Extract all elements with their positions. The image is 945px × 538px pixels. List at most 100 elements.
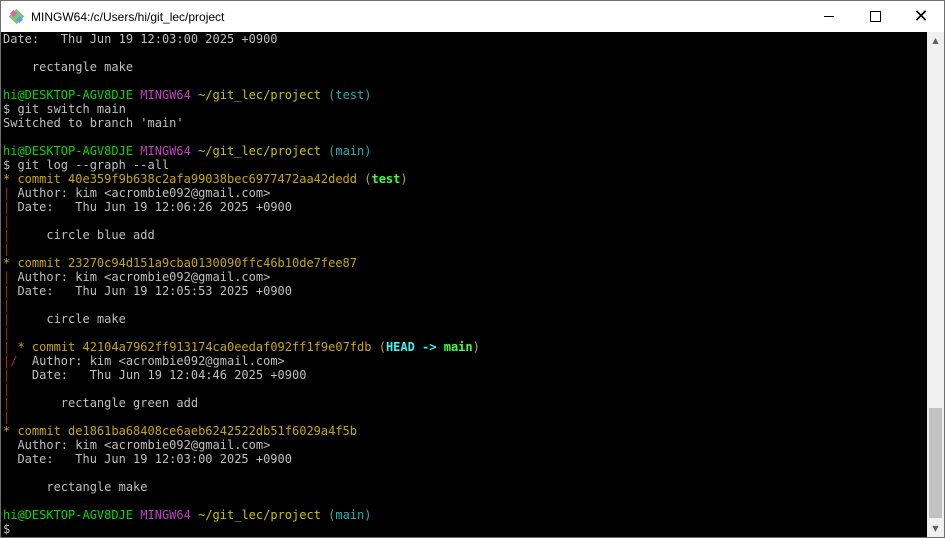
terminal-text: * (3, 424, 18, 438)
terminal-text: hi@DESKTOP-AGV8DJE (3, 508, 134, 522)
terminal-line: Date: Thu Jun 19 12:03:00 2025 +0900 (1, 452, 927, 466)
terminal-text: $ git switch main (3, 102, 126, 116)
terminal-output[interactable]: Date: Thu Jun 19 12:03:00 2025 +0900 rec… (1, 32, 927, 537)
terminal-line: | (1, 242, 927, 256)
terminal-text: commit 40e359f9b638c2afa99038bec6977472a… (17, 172, 358, 186)
terminal-text: commit de1861ba68408ce6aeb6242522db51f60… (17, 424, 358, 438)
terminal-text: MINGW64 (140, 144, 191, 158)
terminal-text: ~/git_lec/project (198, 508, 321, 522)
terminal-text: hi@DESKTOP-AGV8DJE (3, 88, 134, 102)
maximize-button[interactable] (852, 1, 898, 32)
vertical-scrollbar[interactable]: ▲ ▼ (927, 32, 944, 537)
scrollbar-thumb[interactable] (929, 408, 942, 518)
terminal-line: | (1, 410, 927, 424)
terminal-text: | (3, 242, 11, 256)
terminal-text: * (3, 172, 18, 186)
terminal-line: * commit de1861ba68408ce6aeb6242522db51f… (1, 424, 927, 438)
terminal-line: Author: kim <acrombie092@gmail.com> (1, 438, 927, 452)
terminal-text: | (3, 214, 11, 228)
terminal-text: rectangle green add (10, 396, 199, 410)
terminal-line: | Date: Thu Jun 19 12:06:26 2025 +0900 (1, 200, 927, 214)
minimize-button[interactable] (806, 1, 852, 32)
terminal-line: | (1, 298, 927, 312)
terminal-line: | (1, 382, 927, 396)
terminal-window: MINGW64:/c/Users/hi/git_lec/project ✕ Da… (0, 0, 945, 538)
terminal-line: rectangle make (1, 60, 927, 74)
terminal-text: rectangle make (3, 60, 134, 74)
terminal-text: * (3, 256, 18, 270)
terminal-text: Author: kim <acrombie092@gmail.com> (3, 438, 271, 452)
terminal-text: ~/git_lec/project (198, 144, 321, 158)
terminal-text: $ (3, 522, 11, 536)
terminal-text: | (3, 382, 11, 396)
terminal-text: circle make (10, 312, 126, 326)
terminal-text: $ git log --graph --all (3, 158, 170, 172)
title-bar[interactable]: MINGW64:/c/Users/hi/git_lec/project ✕ (1, 1, 944, 32)
terminal-text: Author: kim <acrombie092@gmail.com> (10, 186, 271, 200)
terminal-text: main (443, 340, 473, 354)
terminal-line: $ (1, 522, 927, 536)
terminal-line: | circle blue add (1, 228, 927, 242)
terminal-line: |/ Author: kim <acrombie092@gmail.com> (1, 354, 927, 368)
terminal-text: hi@DESKTOP-AGV8DJE (3, 144, 134, 158)
terminal-text: (test) (328, 88, 372, 102)
terminal-line: | circle make (1, 312, 927, 326)
terminal-text: circle blue add (10, 228, 155, 242)
close-icon: ✕ (913, 5, 929, 27)
terminal-text: ( (357, 172, 372, 186)
terminal-line: | rectangle green add (1, 396, 927, 410)
terminal-text: (main) (328, 508, 372, 522)
terminal-line: Switched to branch 'main' (1, 116, 927, 130)
terminal-line: | (1, 326, 927, 340)
terminal-text: | (3, 298, 11, 312)
terminal-text: Date: Thu Jun 19 12:06:26 2025 +0900 (10, 200, 292, 214)
terminal-line: | Author: kim <acrombie092@gmail.com> (1, 270, 927, 284)
terminal-text: | (3, 410, 11, 424)
terminal-text: * (10, 340, 32, 354)
terminal-line: hi@DESKTOP-AGV8DJE MINGW64 ~/git_lec/pro… (1, 144, 927, 158)
terminal-text: Switched to branch 'main' (3, 116, 184, 130)
terminal-line: | Date: Thu Jun 19 12:05:53 2025 +0900 (1, 284, 927, 298)
terminal-text: commit 23270c94d151a9cba0130090ffc46b10d… (17, 256, 358, 270)
window-title: MINGW64:/c/Users/hi/git_lec/project (31, 9, 225, 24)
terminal-line: $ git log --graph --all (1, 158, 927, 172)
terminal-text: | (3, 326, 11, 340)
terminal-line: | Date: Thu Jun 19 12:04:46 2025 +0900 (1, 368, 927, 382)
scroll-up-icon[interactable]: ▲ (927, 32, 944, 49)
terminal-text: Date: Thu Jun 19 12:04:46 2025 +0900 (10, 368, 307, 382)
terminal-text: rectangle make (3, 480, 148, 494)
terminal-text: HEAD -> (385, 340, 444, 354)
maximize-icon (869, 11, 881, 22)
terminal-text: MINGW64 (140, 508, 191, 522)
terminal-text: Date: Thu Jun 19 12:05:53 2025 +0900 (10, 284, 292, 298)
terminal-line: hi@DESKTOP-AGV8DJE MINGW64 ~/git_lec/pro… (1, 88, 927, 102)
terminal-text: Author: kim <acrombie092@gmail.com> (10, 270, 271, 284)
terminal-text: ( (371, 340, 386, 354)
terminal-line: hi@DESKTOP-AGV8DJE MINGW64 ~/git_lec/pro… (1, 508, 927, 522)
terminal-text: ) (472, 340, 480, 354)
terminal-text: ~/git_lec/project (198, 88, 321, 102)
scroll-down-icon[interactable]: ▼ (927, 520, 944, 537)
terminal-text: Author: kim <acrombie092@gmail.com> (17, 354, 285, 368)
terminal-line: * commit 23270c94d151a9cba0130090ffc46b1… (1, 256, 927, 270)
terminal-text: commit 42104a7962ff913174ca0eedaf092ff1f… (31, 340, 372, 354)
window-controls: ✕ (806, 1, 944, 32)
git-bash-icon (8, 8, 25, 25)
terminal-line: | Author: kim <acrombie092@gmail.com> (1, 186, 927, 200)
terminal-text: test (371, 172, 401, 186)
terminal-line: Date: Thu Jun 19 12:03:00 2025 +0900 (1, 32, 927, 46)
terminal-text: |/ (3, 354, 18, 368)
minimize-icon (824, 16, 834, 17)
terminal-text: (main) (328, 144, 372, 158)
terminal-text: Date: Thu Jun 19 12:03:00 2025 +0900 (3, 452, 292, 466)
terminal-text: MINGW64 (140, 88, 191, 102)
close-button[interactable]: ✕ (898, 1, 944, 32)
